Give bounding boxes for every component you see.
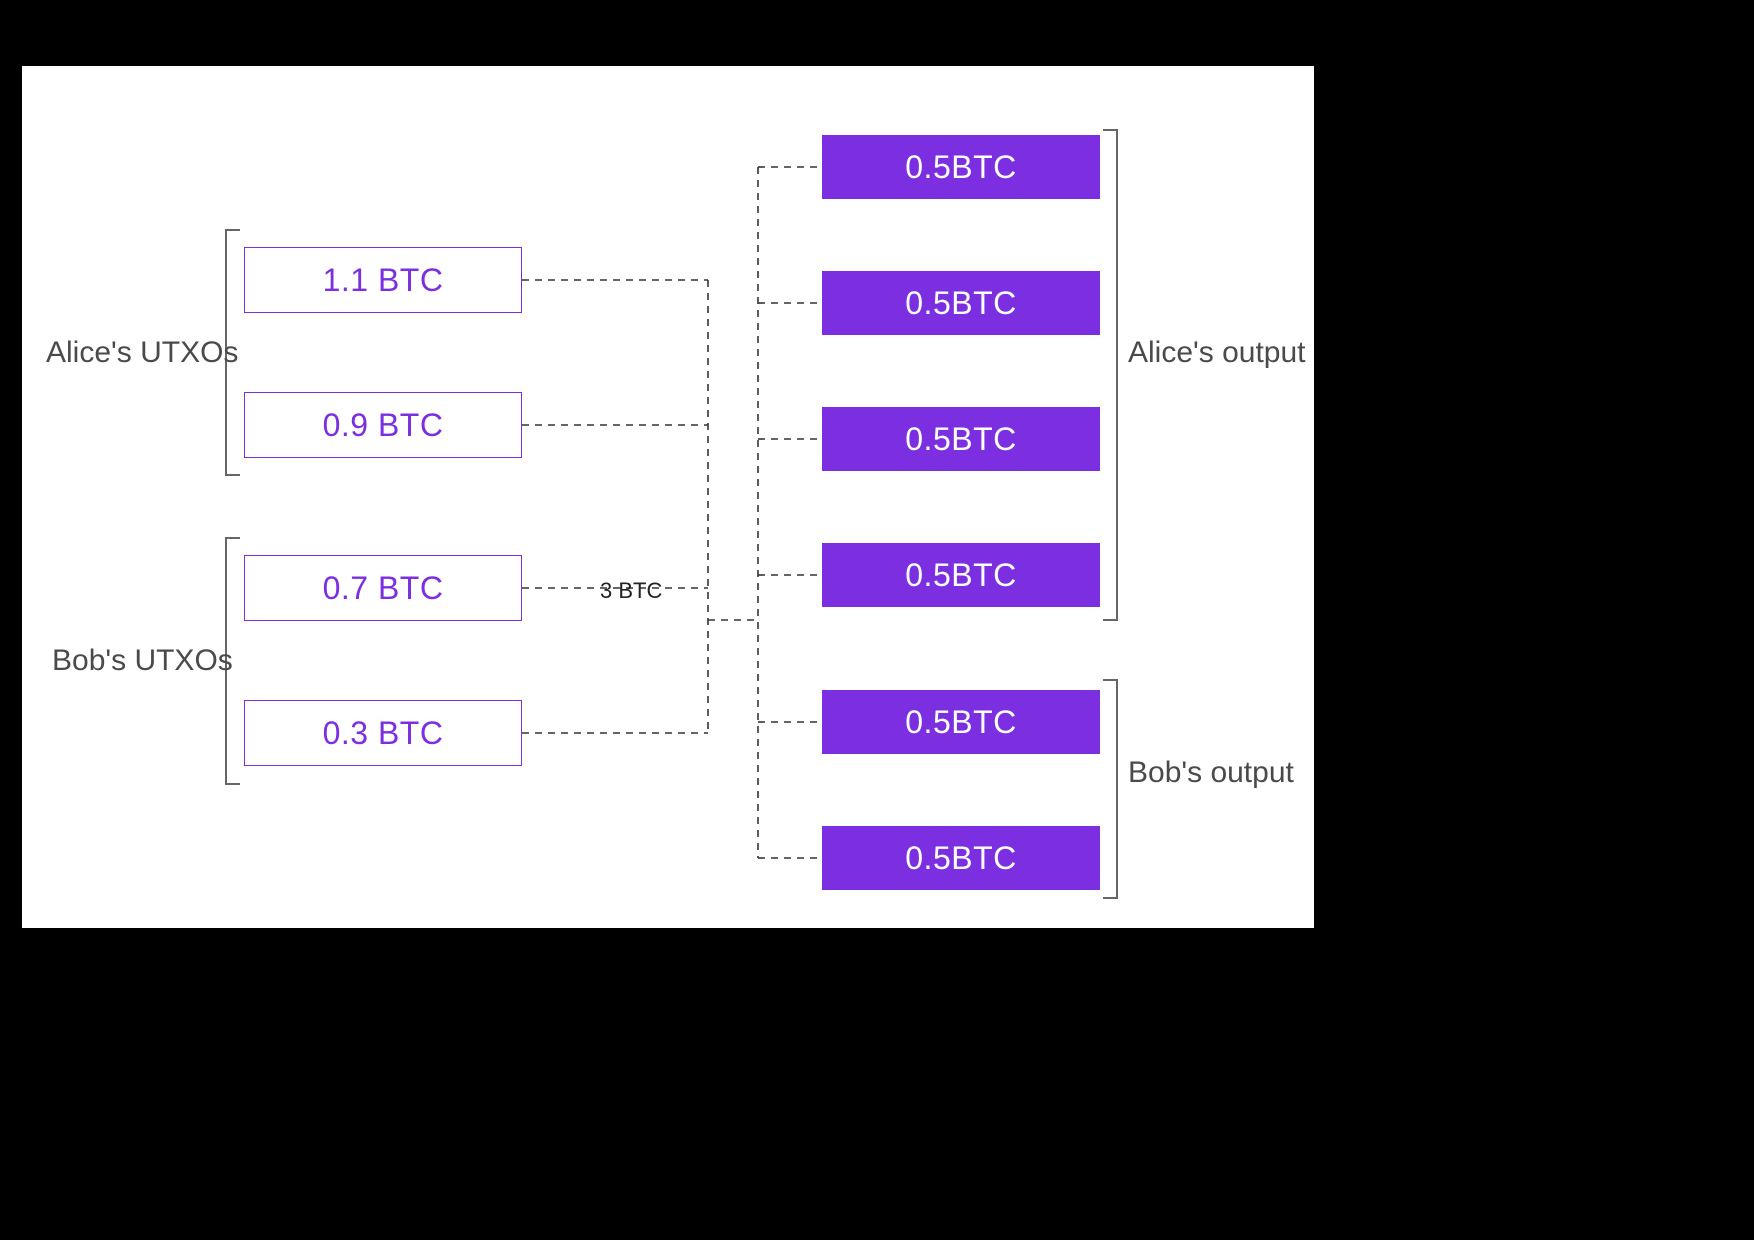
utxo-input-box: 0.9 BTC <box>244 392 522 458</box>
stage: Alice's UTXOs1.1 BTC 0.9 BTC Bob's UTXOs 0.… <box>0 0 1754 1240</box>
input-group-label: Alice's UTXOs <box>46 336 238 370</box>
center-total-label: 3 BTC <box>600 578 662 604</box>
utxo-input-box: 1.1 BTC <box>244 247 522 313</box>
utxo-input-box: 0.3 BTC <box>244 700 522 766</box>
utxo-output-box: 0.5BTC <box>822 826 1100 890</box>
utxo-output-box: 0.5BTC <box>822 135 1100 199</box>
utxo-output-box: 0.5BTC <box>822 271 1100 335</box>
utxo-output-box: 0.5BTC <box>822 690 1100 754</box>
output-group-label: Bob's output <box>1128 756 1294 790</box>
utxo-output-box: 0.5BTC <box>822 407 1100 471</box>
utxo-input-box: 0.7 BTC <box>244 555 522 621</box>
output-group-label: Alice's output <box>1128 336 1306 370</box>
input-group-label: Bob's UTXOs <box>52 644 233 678</box>
utxo-output-box: 0.5BTC <box>822 543 1100 607</box>
